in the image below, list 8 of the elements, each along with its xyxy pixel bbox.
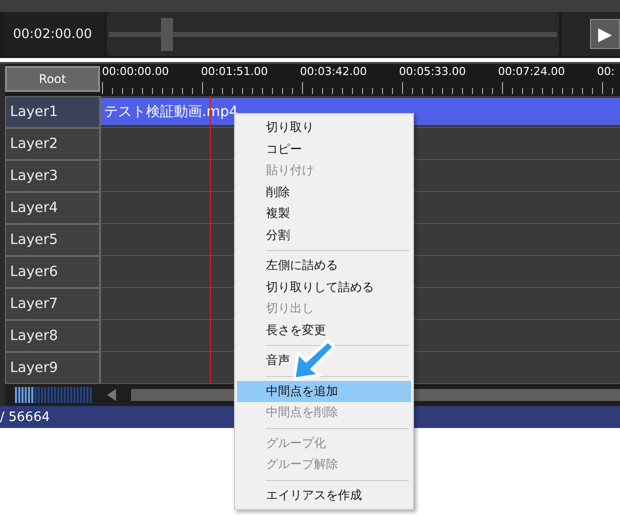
ruler-label: 00:05:33.00	[399, 64, 467, 80]
ruler-label: 00:03:42.00	[300, 64, 368, 80]
ruler-label: 00:07:24.00	[498, 64, 566, 80]
frame-count: / 56664	[0, 410, 50, 424]
ruler-label: 00:	[597, 64, 615, 80]
ruler-label: 00:01:51.00	[201, 64, 269, 80]
ruler-label: 00:00:00.00	[102, 64, 170, 80]
time-display: 00:02:00.00	[12, 26, 92, 42]
